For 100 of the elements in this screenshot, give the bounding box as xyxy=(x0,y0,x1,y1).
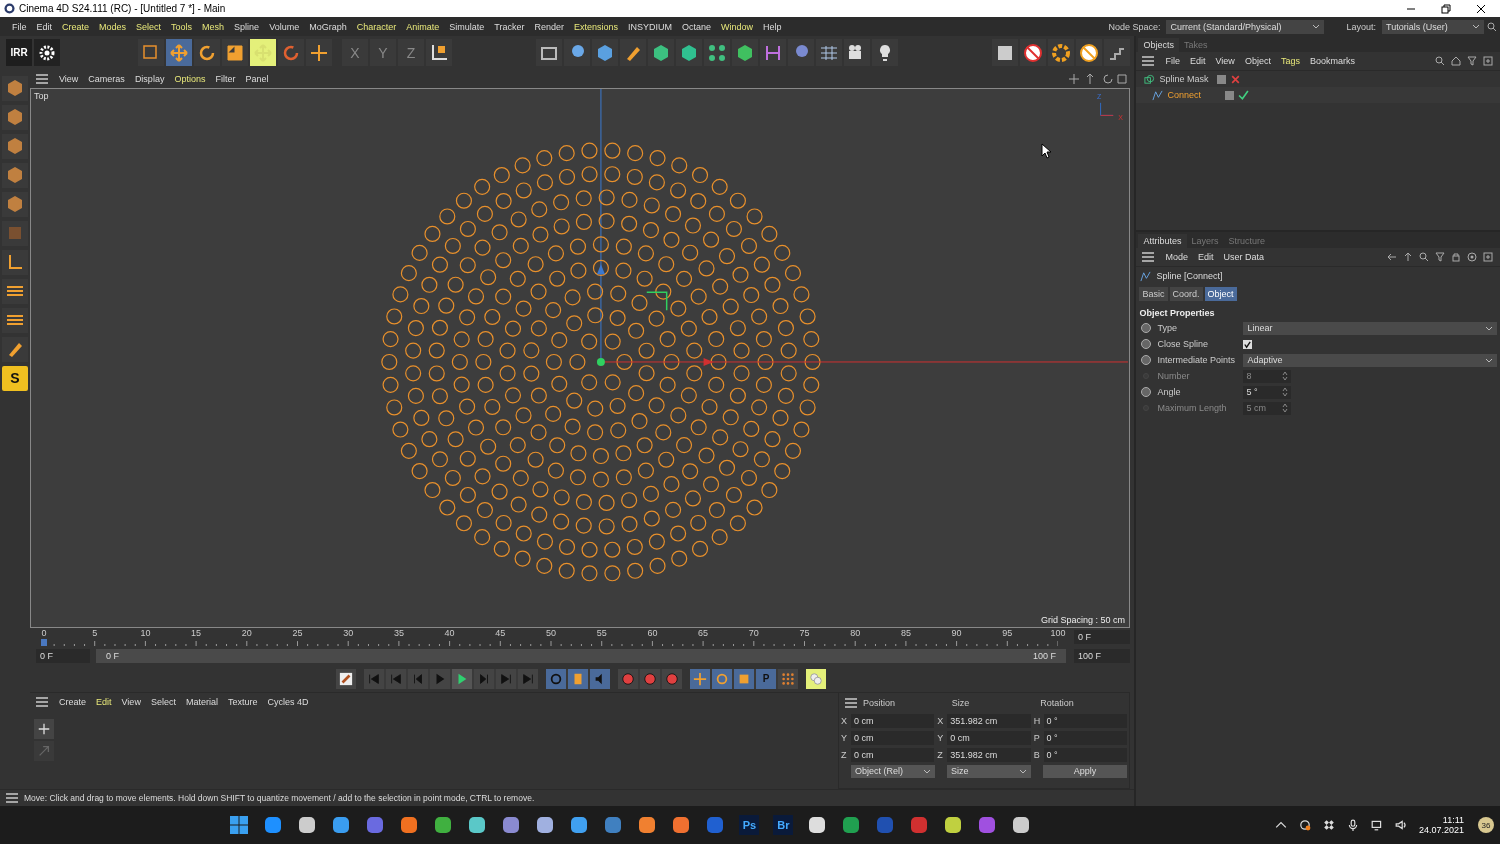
menu-item[interactable]: Cameras xyxy=(83,73,130,84)
taskbar-app-icon[interactable] xyxy=(433,815,454,835)
menu-item[interactable]: Octane xyxy=(677,21,717,32)
menu-item[interactable]: Filter xyxy=(210,73,241,84)
cross-icon[interactable] xyxy=(1230,73,1242,85)
menu-item[interactable]: Object xyxy=(1239,56,1276,66)
tool-button[interactable] xyxy=(536,39,562,67)
tool-button[interactable] xyxy=(648,39,674,67)
animation-radio[interactable] xyxy=(1141,339,1152,349)
taskbar-app-icon[interactable] xyxy=(535,815,556,835)
mode-button[interactable] xyxy=(2,162,28,188)
mode-button[interactable] xyxy=(2,336,28,362)
menu-item[interactable]: Mesh xyxy=(197,21,230,32)
current-frame-field[interactable]: 0 F xyxy=(36,649,90,664)
menu-item[interactable]: Texture xyxy=(222,696,263,707)
record-button[interactable] xyxy=(618,668,638,689)
key-mode-button[interactable] xyxy=(590,668,610,689)
menu-icon[interactable] xyxy=(36,696,48,707)
menu-item[interactable]: File xyxy=(1160,56,1185,66)
rotation-field[interactable]: 0 ° xyxy=(1043,713,1128,728)
record-button[interactable] xyxy=(662,668,682,689)
search-icon[interactable] xyxy=(1419,252,1429,262)
menu-item[interactable]: Modes xyxy=(94,21,132,32)
clock[interactable]: 11:11 24.07.2021 xyxy=(1418,815,1464,835)
menu-item[interactable]: Mode xyxy=(1160,252,1193,262)
menu-item[interactable]: Bookmarks xyxy=(1304,56,1360,66)
tool-button[interactable] xyxy=(250,39,276,67)
menu-item[interactable]: View xyxy=(1210,56,1240,66)
taskbar-app-button[interactable]: Ps xyxy=(739,815,760,835)
mode-button[interactable] xyxy=(2,307,28,333)
end-frame-field[interactable]: 0 F xyxy=(1074,630,1130,645)
animation-radio[interactable] xyxy=(1141,355,1152,365)
apply-button[interactable]: Apply xyxy=(1043,764,1127,778)
tool-button[interactable] xyxy=(194,39,220,67)
position-field[interactable]: 0 cm xyxy=(850,747,935,762)
mode-button[interactable] xyxy=(2,191,28,217)
attribute-tab[interactable]: Basic xyxy=(1139,287,1168,301)
menu-icon[interactable] xyxy=(1142,252,1155,262)
menu-item[interactable]: Edit xyxy=(1185,56,1211,66)
taskbar-app-icon[interactable] xyxy=(501,815,522,835)
lock-icon[interactable] xyxy=(1451,252,1461,262)
menu-item[interactable]: Edit xyxy=(1193,252,1219,262)
menu-icon[interactable] xyxy=(845,697,857,708)
tool-button[interactable] xyxy=(676,39,702,67)
start-icon[interactable] xyxy=(229,815,250,835)
taskbar-app-icon[interactable] xyxy=(1011,815,1032,835)
plugin-button[interactable] xyxy=(1104,39,1131,67)
size-field[interactable]: 0 cm xyxy=(947,730,1031,745)
key-position-button[interactable] xyxy=(690,668,710,689)
search-icon[interactable] xyxy=(1487,21,1497,32)
s-button[interactable]: S xyxy=(2,365,28,391)
key-scale-button[interactable] xyxy=(734,668,754,689)
size-field[interactable]: 351.982 cm xyxy=(947,747,1031,762)
tool-button[interactable] xyxy=(816,39,842,67)
taskbar-app-icon[interactable] xyxy=(943,815,964,835)
mode-button[interactable] xyxy=(2,249,28,275)
key-rotation-button[interactable] xyxy=(712,668,732,689)
panel-tab[interactable]: Objects xyxy=(1138,38,1179,52)
mode-button[interactable] xyxy=(2,278,28,304)
notification-badge[interactable]: 36 xyxy=(1478,817,1494,833)
tool-button[interactable] xyxy=(620,39,646,67)
menu-item[interactable]: Tags xyxy=(1275,56,1305,66)
size-mode-dropdown[interactable]: Size xyxy=(947,764,1031,778)
position-field[interactable]: 0 cm xyxy=(850,713,935,728)
move-gizmo-drawing[interactable] xyxy=(596,264,1129,366)
menu-item[interactable]: View xyxy=(54,73,84,84)
menu-item[interactable]: Volume xyxy=(264,21,305,32)
microphone-icon[interactable] xyxy=(1346,819,1359,831)
position-field[interactable]: 0 cm xyxy=(850,730,935,745)
menu-icon[interactable] xyxy=(6,793,18,803)
key-mode-button[interactable] xyxy=(568,668,588,689)
node-space-dropdown[interactable]: Current (Standard/Physical) xyxy=(1166,19,1325,34)
render-settings-button[interactable] xyxy=(34,39,60,67)
tool-button[interactable] xyxy=(426,39,452,67)
menu-item[interactable]: File xyxy=(7,21,32,32)
search-icon[interactable] xyxy=(1435,56,1445,66)
menu-item[interactable]: View xyxy=(116,696,146,707)
menu-item[interactable]: Select xyxy=(145,696,181,707)
irr-button[interactable]: IRR xyxy=(6,39,32,67)
playback-button[interactable] xyxy=(452,668,472,689)
menu-icon[interactable] xyxy=(36,73,48,84)
object-row[interactable]: Spline Mask xyxy=(1136,71,1500,87)
taskbar-app-icon[interactable] xyxy=(297,815,318,835)
animation-radio[interactable] xyxy=(1141,323,1152,333)
back-arrow-icon[interactable] xyxy=(1387,252,1397,262)
plugin-button[interactable] xyxy=(1020,39,1047,67)
animation-radio[interactable] xyxy=(1141,387,1152,397)
new-panel-icon[interactable] xyxy=(1483,252,1493,262)
plugin-button[interactable] xyxy=(992,39,1019,67)
menu-item[interactable]: Spline xyxy=(229,21,265,32)
taskbar-app-icon[interactable] xyxy=(841,815,862,835)
taskbar-app-icon[interactable] xyxy=(467,815,488,835)
menu-item[interactable]: MoGraph xyxy=(304,21,352,32)
layout-dropdown[interactable]: Tutorials (User) xyxy=(1382,19,1484,34)
taskbar-app-icon[interactable] xyxy=(807,815,828,835)
max-frame-field[interactable]: 100 F xyxy=(1074,649,1130,664)
taskbar-app-icon[interactable] xyxy=(263,815,284,835)
menu-item[interactable]: Panel xyxy=(240,73,274,84)
menu-item[interactable]: Select xyxy=(131,21,167,32)
menu-item[interactable]: Extensions xyxy=(568,21,623,32)
